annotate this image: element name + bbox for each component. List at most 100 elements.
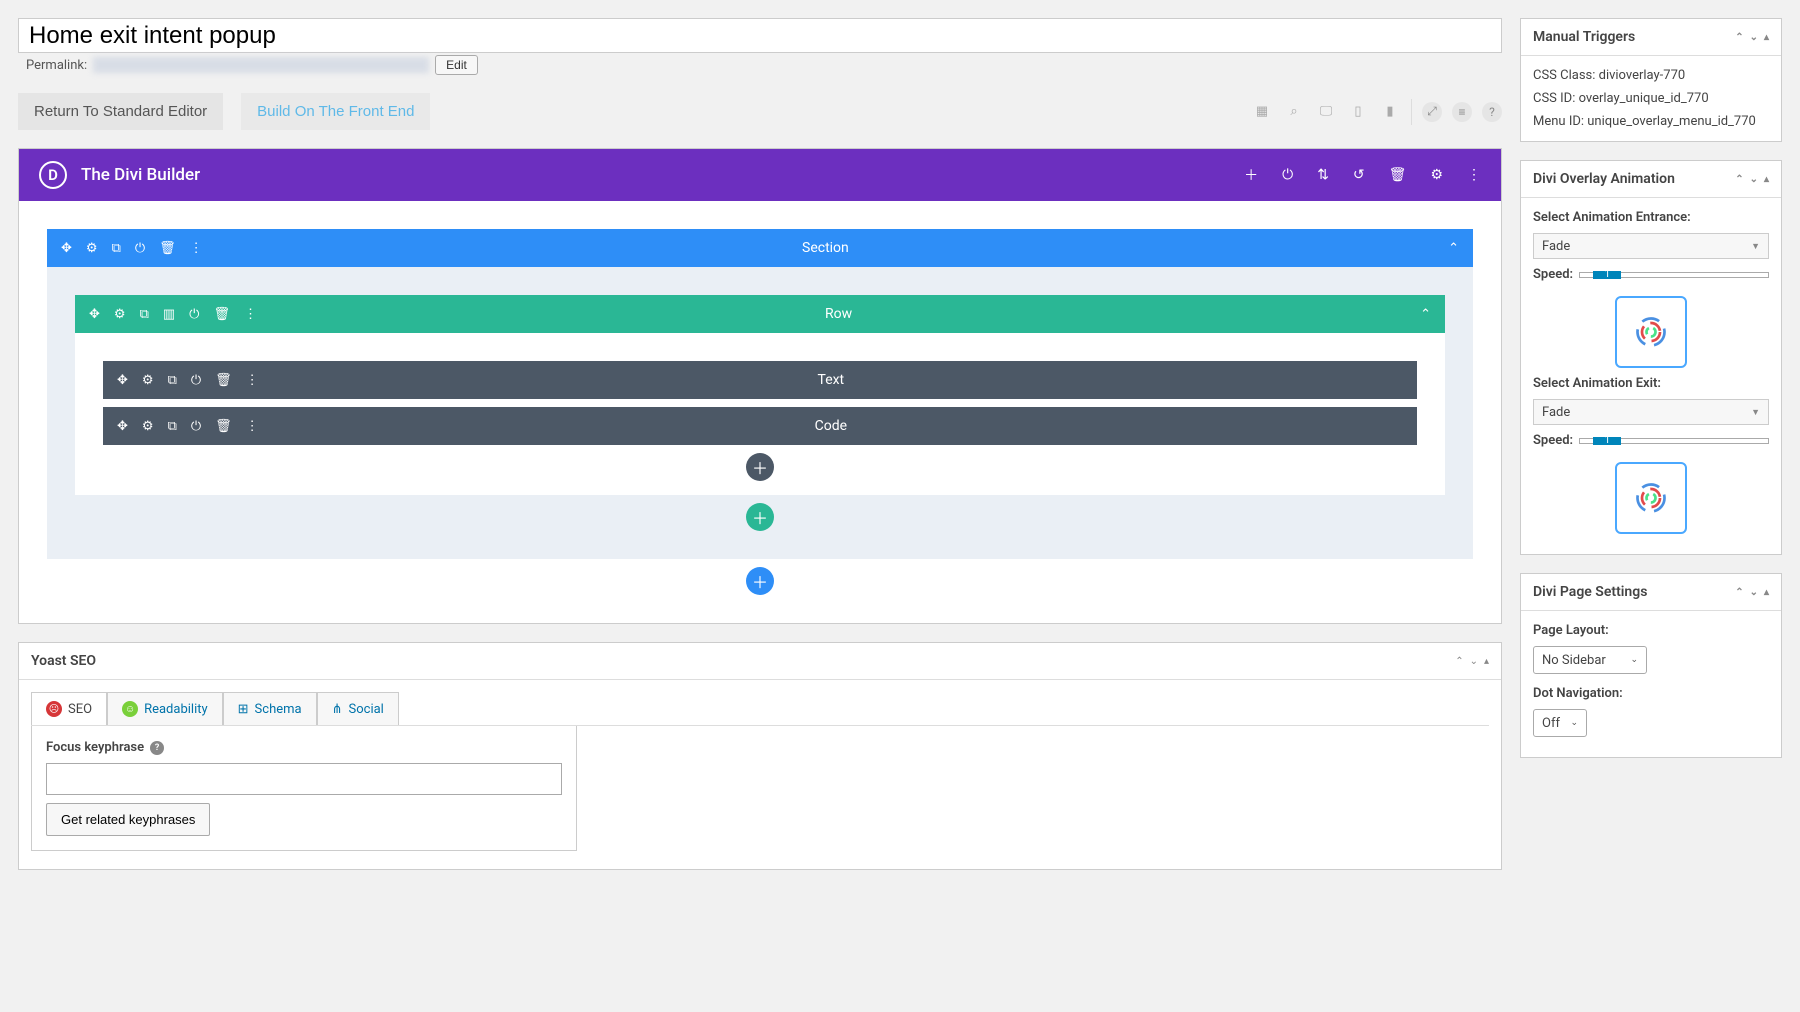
zoom-icon[interactable]: ⌕ bbox=[1283, 101, 1305, 123]
chevron-down-icon[interactable]: ⌄ bbox=[1470, 656, 1478, 667]
entrance-preview bbox=[1615, 296, 1687, 368]
focus-keyphrase-label: Focus keyphrase bbox=[46, 740, 144, 755]
more-icon[interactable]: ⋮ bbox=[246, 373, 259, 388]
move-icon[interactable]: ✥ bbox=[117, 373, 128, 388]
gear-icon[interactable]: ⚙ bbox=[142, 419, 154, 434]
help-icon[interactable]: ? bbox=[150, 741, 164, 755]
builder-header: D The Divi Builder ＋ ⏻ ⇅ ↺ 🗑 ⚙ ⋮ bbox=[19, 149, 1501, 201]
power-icon[interactable]: ⏻ bbox=[189, 307, 199, 322]
page-settings-title: Divi Page Settings bbox=[1533, 584, 1647, 600]
tab-schema[interactable]: Schema bbox=[223, 692, 317, 725]
divi-logo-icon: D bbox=[39, 161, 67, 189]
chevron-up-icon[interactable]: ⌃ bbox=[1455, 656, 1463, 667]
dot-nav-select[interactable]: Off⌄ bbox=[1533, 709, 1587, 737]
add-icon[interactable]: ＋ bbox=[1244, 165, 1258, 185]
edit-permalink-button[interactable]: Edit bbox=[435, 55, 478, 75]
module-label: Text bbox=[259, 372, 1403, 388]
builder-title: The Divi Builder bbox=[81, 165, 200, 185]
chevron-up-icon[interactable]: ⌃ bbox=[1448, 241, 1459, 256]
move-icon[interactable]: ✥ bbox=[89, 307, 100, 322]
yoast-tabs: ☹SEO ☺Readability Schema Social bbox=[31, 692, 1489, 726]
power-icon[interactable]: ⏻ bbox=[191, 373, 201, 388]
entrance-speed-slider[interactable]: 1 bbox=[1579, 272, 1769, 278]
chevron-down-icon[interactable]: ⌄ bbox=[1750, 174, 1758, 185]
module-text[interactable]: ✥ ⚙ ⧉ ⏻ 🗑 ⋮ Text bbox=[103, 361, 1417, 399]
move-icon[interactable]: ✥ bbox=[61, 241, 72, 256]
collapse-icon[interactable]: ▴ bbox=[1484, 656, 1489, 667]
chevron-up-icon[interactable]: ⌃ bbox=[1420, 307, 1431, 322]
trash-icon[interactable]: 🗑 bbox=[159, 241, 176, 256]
speed-label: Speed: bbox=[1533, 433, 1573, 448]
tablet-icon[interactable]: ▯ bbox=[1347, 101, 1369, 123]
trash-icon[interactable]: 🗑 bbox=[215, 419, 232, 434]
trash-icon[interactable]: 🗑 bbox=[1389, 167, 1407, 183]
trash-icon[interactable]: 🗑 bbox=[215, 373, 232, 388]
sort-icon[interactable]: ⇅ bbox=[1317, 167, 1329, 183]
editor-toolbar: Return To Standard Editor Build On The F… bbox=[18, 93, 1502, 130]
power-icon[interactable]: ⏻ bbox=[135, 241, 145, 256]
build-front-end-button[interactable]: Build On The Front End bbox=[241, 93, 430, 130]
row-bar[interactable]: ✥ ⚙ ⧉ ▥ ⏻ 🗑 ⋮ Row ⌃ bbox=[75, 295, 1445, 333]
phone-icon[interactable]: ▮ bbox=[1379, 101, 1401, 123]
history-icon[interactable]: ↺ bbox=[1353, 167, 1365, 183]
page-layout-label: Page Layout: bbox=[1533, 623, 1769, 638]
return-standard-editor-button[interactable]: Return To Standard Editor bbox=[18, 93, 223, 130]
more-icon[interactable]: ⋮ bbox=[246, 419, 259, 434]
permalink-url[interactable] bbox=[93, 57, 429, 73]
exit-label: Select Animation Exit: bbox=[1533, 376, 1769, 391]
add-row-button[interactable]: ＋ bbox=[746, 503, 774, 531]
more-icon[interactable]: ⋮ bbox=[1467, 167, 1481, 183]
entrance-dropdown[interactable]: Fade bbox=[1533, 233, 1769, 259]
chevron-up-icon[interactable]: ⌃ bbox=[1735, 587, 1743, 598]
entrance-label: Select Animation Entrance: bbox=[1533, 210, 1769, 225]
permalink-label: Permalink: bbox=[26, 58, 87, 73]
move-icon[interactable]: ✥ bbox=[117, 419, 128, 434]
chevron-down-icon[interactable]: ⌄ bbox=[1750, 587, 1758, 598]
section-bar[interactable]: ✥ ⚙ ⧉ ⏻ 🗑 ⋮ Section ⌃ bbox=[47, 229, 1473, 267]
collapse-icon[interactable]: ▴ bbox=[1764, 174, 1769, 185]
chevron-down-icon: ⌄ bbox=[1630, 655, 1638, 665]
more-icon[interactable]: ⋮ bbox=[244, 307, 257, 322]
desktop-icon[interactable]: 🖵 bbox=[1315, 101, 1337, 123]
expand-icon[interactable]: ⤢ bbox=[1422, 102, 1442, 122]
chevron-up-icon[interactable]: ⌃ bbox=[1735, 174, 1743, 185]
copy-icon[interactable]: ⧉ bbox=[168, 419, 177, 434]
layers-icon[interactable]: ≡ bbox=[1452, 102, 1472, 122]
tab-readability[interactable]: ☺Readability bbox=[107, 692, 223, 725]
gear-icon[interactable]: ⚙ bbox=[1430, 167, 1443, 183]
copy-icon[interactable]: ⧉ bbox=[112, 241, 121, 256]
tab-seo[interactable]: ☹SEO bbox=[31, 692, 107, 725]
get-related-keyphrases-button[interactable]: Get related keyphrases bbox=[46, 803, 210, 836]
gear-icon[interactable]: ⚙ bbox=[86, 241, 98, 256]
help-icon[interactable]: ? bbox=[1482, 102, 1502, 122]
collapse-icon[interactable]: ▴ bbox=[1764, 32, 1769, 43]
chevron-down-icon: ⌄ bbox=[1570, 718, 1578, 728]
chevron-down-icon[interactable]: ⌄ bbox=[1750, 32, 1758, 43]
more-icon[interactable]: ⋮ bbox=[190, 241, 203, 256]
copy-icon[interactable]: ⧉ bbox=[168, 373, 177, 388]
page-settings-panel: Divi Page Settings ⌃ ⌄ ▴ Page Layout: No S… bbox=[1520, 573, 1782, 758]
module-code[interactable]: ✥ ⚙ ⧉ ⏻ 🗑 ⋮ Code bbox=[103, 407, 1417, 445]
tab-social[interactable]: Social bbox=[317, 692, 399, 725]
gear-icon[interactable]: ⚙ bbox=[114, 307, 126, 322]
happy-face-icon: ☺ bbox=[122, 701, 138, 717]
trash-icon[interactable]: 🗑 bbox=[213, 307, 230, 322]
post-title-input[interactable] bbox=[18, 18, 1502, 53]
add-module-button[interactable]: ＋ bbox=[746, 453, 774, 481]
yoast-seo-panel: Yoast SEO ⌃ ⌄ ▴ ☹SEO ☺Readability Schema… bbox=[18, 642, 1502, 870]
exit-speed-slider[interactable]: 1 bbox=[1579, 438, 1769, 444]
collapse-icon[interactable]: ▴ bbox=[1764, 587, 1769, 598]
dot-nav-label: Dot Navigation: bbox=[1533, 686, 1769, 701]
power-icon[interactable]: ⏻ bbox=[1282, 167, 1293, 183]
page-layout-select[interactable]: No Sidebar⌄ bbox=[1533, 646, 1647, 674]
exit-dropdown[interactable]: Fade bbox=[1533, 399, 1769, 425]
wireframe-icon[interactable]: ▦ bbox=[1251, 101, 1273, 123]
focus-keyphrase-input[interactable] bbox=[46, 763, 562, 795]
add-section-button[interactable]: ＋ bbox=[746, 567, 774, 595]
gear-icon[interactable]: ⚙ bbox=[142, 373, 154, 388]
power-icon[interactable]: ⏻ bbox=[191, 419, 201, 434]
chevron-up-icon[interactable]: ⌃ bbox=[1735, 32, 1743, 43]
columns-icon[interactable]: ▥ bbox=[163, 307, 175, 322]
copy-icon[interactable]: ⧉ bbox=[140, 307, 149, 322]
manual-triggers-panel: Manual Triggers ⌃⌄▴ CSS Class: divioverl… bbox=[1520, 18, 1782, 142]
